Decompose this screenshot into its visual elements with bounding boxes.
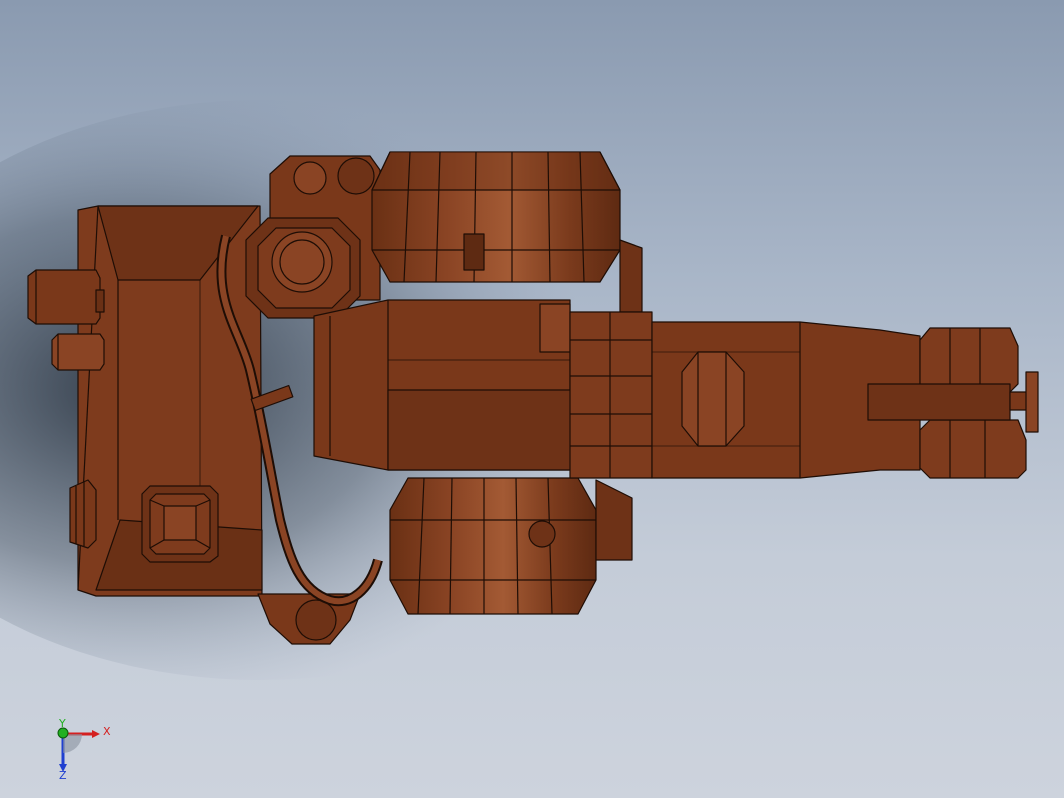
- wrist-neck: [569, 311, 653, 479]
- wrist-center: [867, 383, 1011, 421]
- side-plate-upper: [619, 239, 643, 313]
- coordinate-triad: X Y Z: [57, 717, 111, 782]
- gearbox-front-face: [387, 389, 581, 471]
- wrist-lower-knuckle: [919, 419, 1027, 479]
- z-axis-label: Z: [59, 769, 67, 782]
- stud-top: [27, 269, 101, 325]
- tool-flange-plate[interactable]: [1025, 371, 1039, 433]
- x-axis-label: X: [103, 725, 111, 738]
- stud-mid: [51, 333, 105, 371]
- wrist-upper-knuckle: [919, 327, 1019, 393]
- connector-ring: [69, 479, 97, 549]
- y-axis-label: Y: [58, 717, 66, 730]
- robot-model[interactable]: [27, 151, 1039, 645]
- forearm-hex-nut: [681, 351, 745, 447]
- graphics-viewport[interactable]: X Y Z: [0, 0, 1064, 798]
